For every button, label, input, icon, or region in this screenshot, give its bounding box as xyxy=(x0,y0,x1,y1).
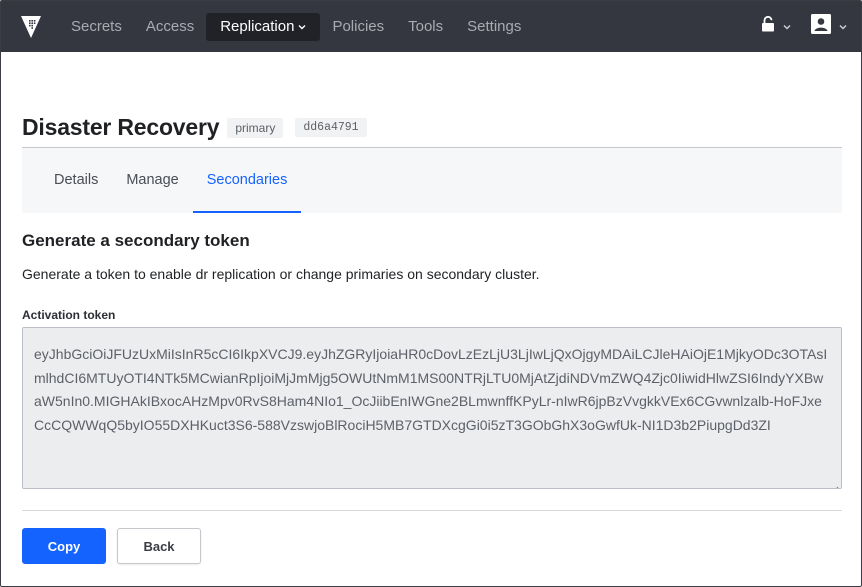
copy-button-label: Copy xyxy=(47,538,81,554)
nav-access[interactable]: Access xyxy=(134,13,206,41)
tab-secondaries-label: Secondaries xyxy=(206,171,288,188)
user-icon xyxy=(811,14,831,39)
nav-right-controls xyxy=(761,1,861,52)
seal-status-menu[interactable] xyxy=(761,15,791,37)
tab-bar: Details Manage Secondaries xyxy=(22,148,842,213)
activation-token-label: Activation token xyxy=(22,308,116,322)
footer-divider xyxy=(22,510,842,511)
section-title: Generate a secondary token xyxy=(22,231,250,250)
replication-mode-tag: primary xyxy=(227,117,284,138)
top-navbar: Secrets Access Replication Policies Tool… xyxy=(1,1,861,52)
cluster-id-tag: dd6a4791 xyxy=(295,118,367,137)
unlocked-lock-icon xyxy=(761,15,775,37)
resize-handle-icon[interactable] xyxy=(831,478,839,488)
tab-secondaries[interactable]: Secondaries xyxy=(192,148,302,213)
nav-settings-label: Settings xyxy=(467,18,522,35)
section-description: Generate a token to enable dr replicatio… xyxy=(22,266,540,282)
activation-token-field[interactable]: eyJhbGciOiJFUzUxMiIsInR5cCI6IkpXVCJ9.eyJ… xyxy=(22,327,842,489)
copy-button[interactable]: Copy xyxy=(22,528,106,564)
tab-manage-label: Manage xyxy=(126,171,179,188)
tab-details-label: Details xyxy=(54,171,99,188)
back-button-label: Back xyxy=(143,538,175,554)
back-button[interactable]: Back xyxy=(117,528,201,564)
page-header: Disaster Recovery primary dd6a4791 xyxy=(22,114,367,141)
nav-tools-label: Tools xyxy=(408,18,444,35)
tab-manage[interactable]: Manage xyxy=(112,148,192,213)
nav-replication[interactable]: Replication xyxy=(206,12,321,41)
nav-secrets-label: Secrets xyxy=(71,18,122,35)
nav-policies[interactable]: Policies xyxy=(320,13,396,41)
chevron-down-icon xyxy=(298,22,306,32)
tab-details[interactable]: Details xyxy=(40,148,112,213)
nav-settings[interactable]: Settings xyxy=(455,13,533,41)
chevron-down-icon xyxy=(839,22,847,32)
nav-tools[interactable]: Tools xyxy=(396,13,455,41)
page-title: Disaster Recovery xyxy=(22,114,220,140)
nav-access-label: Access xyxy=(145,18,195,35)
user-menu[interactable] xyxy=(811,14,847,39)
vault-logo-icon[interactable] xyxy=(1,1,61,52)
nav-policies-label: Policies xyxy=(332,18,385,35)
nav-secrets[interactable]: Secrets xyxy=(59,13,134,41)
app-window: Secrets Access Replication Policies Tool… xyxy=(0,0,862,587)
main-nav: Secrets Access Replication Policies Tool… xyxy=(61,1,533,52)
nav-replication-label: Replication xyxy=(220,18,295,35)
activation-token-value: eyJhbGciOiJFUzUxMiIsInR5cCI6IkpXVCJ9.eyJ… xyxy=(34,346,828,433)
chevron-down-icon xyxy=(783,22,791,32)
